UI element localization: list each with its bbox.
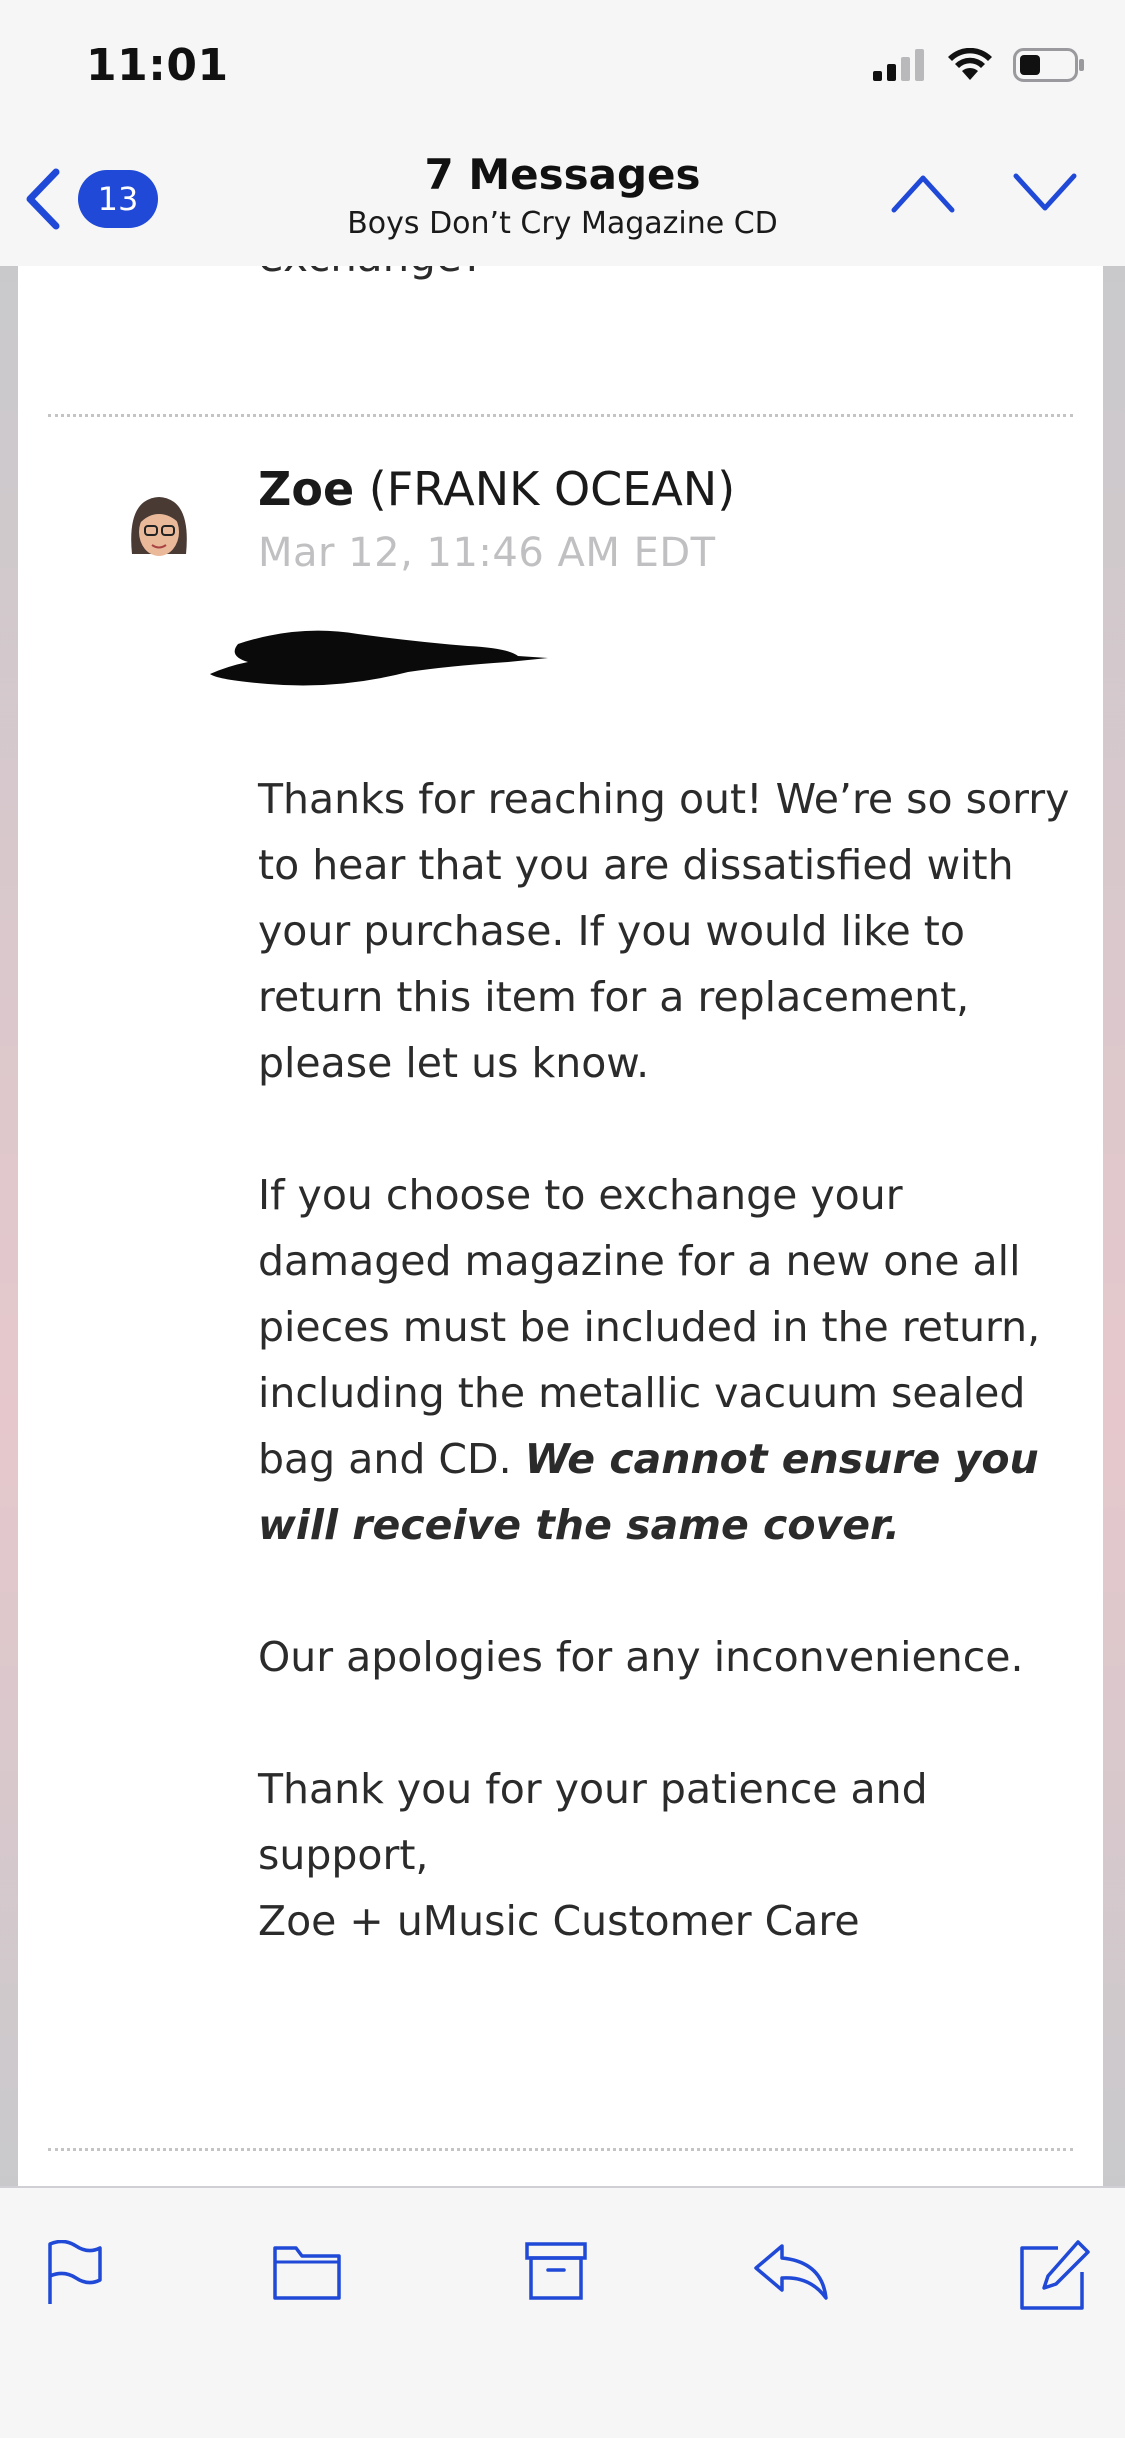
redaction-mark (210, 630, 548, 686)
reply-button[interactable] (752, 2240, 832, 2306)
closing-line: Thank you for your patience and support, (258, 1765, 928, 1879)
folder-icon (273, 2246, 341, 2300)
flag-icon (48, 2239, 102, 2304)
archive-icon (525, 2242, 587, 2300)
message-divider (48, 2148, 1073, 2151)
cellular-signal-icon (873, 49, 924, 81)
status-icons (873, 48, 1085, 82)
reply-icon (754, 2244, 828, 2300)
left-edge (0, 266, 18, 2186)
status-time: 11:01 (86, 40, 229, 91)
message-card: exchange? Zoe (FRANK OCEAN) Mar 12, 11:4… (18, 266, 1103, 2186)
sender-name: Zoe (FRANK OCEAN) (258, 462, 735, 516)
archive-button[interactable] (524, 2240, 588, 2306)
thread-subject: Boys Don’t Cry Magazine CD (347, 206, 778, 241)
wifi-icon (948, 48, 992, 80)
chevron-up-icon (891, 175, 955, 213)
message-divider (48, 414, 1073, 417)
body-paragraph: Thanks for reaching out! We’re so sorry … (258, 775, 1070, 1087)
message-date: Mar 12, 11:46 AM EDT (258, 530, 716, 576)
next-message-button[interactable] (1012, 170, 1078, 218)
battery-icon (1013, 48, 1084, 82)
sender-avatar (114, 484, 204, 574)
message-thread[interactable]: exchange? Zoe (FRANK OCEAN) Mar 12, 11:4… (0, 266, 1125, 2186)
move-to-folder-button[interactable] (272, 2240, 342, 2306)
previous-message-tail: exchange? (258, 266, 484, 281)
sender-first-name: Zoe (258, 462, 355, 516)
compose-button[interactable] (1018, 2240, 1090, 2316)
right-edge (1103, 266, 1125, 2186)
chevron-down-icon (1013, 173, 1077, 211)
body-paragraph: Our apologies for any inconvenience. (258, 1633, 1024, 1681)
status-bar: 11:01 (0, 0, 1125, 140)
flag-button[interactable] (44, 2239, 104, 2310)
signature-line: Zoe + uMusic Customer Care (258, 1897, 860, 1945)
previous-message-button[interactable] (890, 170, 956, 218)
sender-organization: (FRANK OCEAN) (368, 462, 736, 516)
body-paragraph: If you choose to exchange your damaged m… (258, 1162, 1098, 1558)
compose-icon (1020, 2240, 1090, 2310)
message-body: Thanks for reaching out! We’re so sorry … (258, 766, 1098, 1954)
bottom-toolbar (0, 2186, 1125, 2438)
thread-title: 7 Messages (424, 150, 701, 199)
